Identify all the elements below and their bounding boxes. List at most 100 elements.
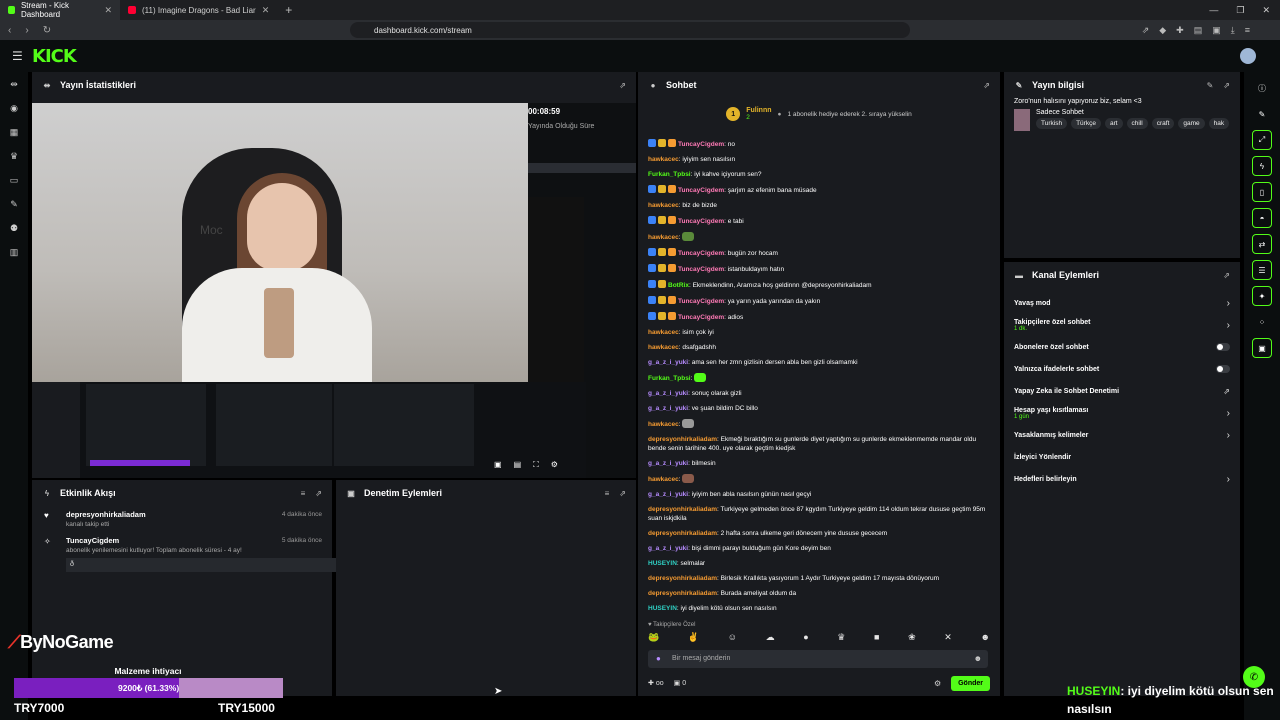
fullscreen-icon[interactable]: ⛶ xyxy=(533,460,539,470)
settings-gear-icon[interactable]: ⚙ xyxy=(551,460,558,470)
chat-username[interactable]: Furkan_Tpbsi xyxy=(648,171,691,178)
list-icon[interactable]: ☰ xyxy=(1252,260,1272,280)
puzzle-icon[interactable]: ✚ xyxy=(1176,25,1184,36)
chat-username[interactable]: TuncayCigdem xyxy=(678,187,724,194)
tag-chip[interactable]: craft xyxy=(1151,118,1175,129)
channel-action-row[interactable]: İzleyici Yönlendir xyxy=(1004,446,1240,468)
emote-icon[interactable]: ● xyxy=(803,632,808,643)
emoji-picker-icon[interactable]: ☻ xyxy=(974,654,982,663)
chat-username[interactable]: depresyonhirkaliadam xyxy=(648,590,717,597)
help-fab-icon[interactable]: ✆ xyxy=(1243,666,1265,688)
chat-username[interactable]: g_a_z_i_yuki xyxy=(648,545,688,552)
chat-bubble-icon[interactable]: ◓ xyxy=(1252,208,1272,228)
channel-action-row[interactable]: Yapay Zeka ile Sohbet Denetimi ⇗ xyxy=(1004,380,1240,402)
chat-username[interactable]: hawkacec xyxy=(648,421,679,428)
user-avatar[interactable] xyxy=(1240,48,1256,64)
sidebar-icon[interactable]: ▤ xyxy=(1194,25,1203,36)
mobile-icon[interactable]: ▯ xyxy=(1252,182,1272,202)
tool-icon[interactable]: ✦ xyxy=(1252,286,1272,306)
calendar-icon[interactable]: ▦ xyxy=(0,120,28,144)
emote-icon[interactable]: ☁ xyxy=(766,632,775,643)
back-icon[interactable]: ‹ xyxy=(8,25,11,36)
new-tab-icon[interactable]: + xyxy=(277,3,300,17)
minimize-icon[interactable]: — xyxy=(1209,5,1218,16)
forward-icon[interactable]: › xyxy=(25,25,28,36)
channel-action-row[interactable]: Yalnızca ifadelerle sohbet xyxy=(1004,358,1240,380)
monitor-icon[interactable]: ▭ xyxy=(0,168,28,192)
trophy-icon[interactable]: ♛ xyxy=(0,144,28,168)
sub-gift-leaderboard[interactable]: 1 Fulinnn 2 ● 1 abonelik hediye ederek 2… xyxy=(638,97,1000,131)
broadcast-icon[interactable]: ◉ xyxy=(0,96,28,120)
toggle-switch[interactable] xyxy=(1216,343,1230,351)
chat-username[interactable]: TuncayCigdem xyxy=(678,266,724,273)
info-icon[interactable]: ⓘ xyxy=(1252,78,1272,98)
tag-chip[interactable]: Türkçe xyxy=(1071,118,1101,129)
emote-icon[interactable]: ✌ xyxy=(688,632,699,643)
chat-username[interactable]: TuncayCigdem xyxy=(678,250,724,257)
popout-icon[interactable]: ⇗ xyxy=(1223,271,1230,280)
microphone-icon[interactable]: ● xyxy=(656,654,661,663)
filter-icon[interactable]: ≡ xyxy=(605,489,610,498)
cast-icon[interactable]: ▣ xyxy=(494,460,502,470)
tag-chip[interactable]: chill xyxy=(1126,118,1148,129)
chat-username[interactable]: g_a_z_i_yuki xyxy=(648,405,688,412)
reload-icon[interactable]: ↻ xyxy=(43,25,51,36)
share-icon[interactable]: ⇗ xyxy=(1142,25,1150,36)
channel-action-row[interactable]: Yasaklanmış kelimeler › xyxy=(1004,424,1240,446)
browser-tab-kick[interactable]: Stream - Kick Dashboard ✕ xyxy=(0,0,120,20)
chat-message-input[interactable]: ● Bir mesaj gönderin ☻ xyxy=(648,650,988,668)
send-button[interactable]: Gönder xyxy=(951,675,990,691)
chat-username[interactable]: hawkacec xyxy=(648,344,679,351)
chat-username[interactable]: depresyonhirkaliadam xyxy=(648,530,717,537)
chat-username[interactable]: TuncayCigdem xyxy=(678,314,724,321)
chart-icon[interactable]: ▥ xyxy=(0,240,28,264)
popout-icon[interactable]: ⇗ xyxy=(1223,81,1230,90)
close-tab-icon[interactable]: ✕ xyxy=(262,5,270,16)
chat-settings-icon[interactable]: ⚙ xyxy=(934,679,941,688)
lightning-icon[interactable]: ϟ xyxy=(1252,156,1272,176)
chat-username[interactable]: hawkacec xyxy=(648,202,679,209)
collapse-icon[interactable]: ⇹ xyxy=(0,72,28,96)
dots-icon[interactable]: ⁘ xyxy=(1252,312,1272,332)
bookmark-icon[interactable]: ▣ xyxy=(1212,25,1221,36)
expand-icon[interactable]: ⤢ xyxy=(1252,130,1272,150)
emote-icon[interactable]: ♛ xyxy=(837,632,845,643)
chat-username[interactable]: depresyonhirkaliadam xyxy=(648,575,717,582)
chat-username[interactable]: hawkacec xyxy=(648,329,679,336)
chat-username[interactable]: HUSEYIN xyxy=(648,560,677,567)
chat-bottom-link[interactable]: ✚ oo xyxy=(648,679,664,687)
maximize-icon[interactable]: ❐ xyxy=(1236,5,1244,16)
chat-username[interactable]: hawkacec xyxy=(648,234,679,241)
channel-action-row[interactable]: Hesap yaşı kısıtlaması 1 gün › xyxy=(1004,402,1240,424)
chat-username[interactable]: BotRix xyxy=(668,282,689,289)
users-icon[interactable]: ⚉ xyxy=(0,216,28,240)
chat-username[interactable]: TuncayCigdem xyxy=(678,141,724,148)
chat-username[interactable]: Furkan_Tpbsi xyxy=(648,375,691,382)
chat-username[interactable]: TuncayCigdem xyxy=(678,218,724,225)
popout-icon[interactable]: ⇗ xyxy=(315,489,322,498)
emote-icon[interactable]: 🐸 xyxy=(648,632,659,643)
chat-username[interactable]: hawkacec xyxy=(648,476,679,483)
chat-username[interactable]: TuncayCigdem xyxy=(678,298,724,305)
kick-logo[interactable]: KICK xyxy=(32,46,77,67)
chat-message-list[interactable]: TuncayCigdem: no hawkacec: iyiyim sen nas… xyxy=(638,136,996,616)
tag-chip[interactable]: Turkish xyxy=(1036,118,1068,129)
download-icon[interactable]: ⤓ xyxy=(1231,25,1235,36)
popout-icon[interactable]: ⇗ xyxy=(619,81,626,90)
tag-chip[interactable]: game xyxy=(1178,118,1205,129)
emote-icon[interactable]: ☻ xyxy=(980,632,989,643)
emote-icon[interactable]: ■ xyxy=(874,632,879,643)
extension-icon[interactable]: ◆ xyxy=(1159,25,1166,36)
emote-icon[interactable]: ✕ xyxy=(944,632,952,643)
chat-username[interactable]: hawkacec xyxy=(648,156,679,163)
edit-icon[interactable]: ✎ xyxy=(1207,81,1214,90)
emote-icon[interactable]: ❀ xyxy=(908,632,916,643)
chat-username[interactable]: g_a_z_i_yuki xyxy=(648,359,688,366)
chat-username[interactable]: depresyonhirkaliadam xyxy=(648,436,717,443)
browser-tab-youtube[interactable]: (11) Imagine Dragons - Bad Liar ✕ xyxy=(120,0,277,20)
tag-chip[interactable]: art xyxy=(1104,118,1123,129)
wrench-icon[interactable]: ✎ xyxy=(0,192,28,216)
toggle-switch[interactable] xyxy=(1216,365,1230,373)
hamburger-menu-icon[interactable]: ☰ xyxy=(12,49,23,63)
url-field[interactable]: dashboard.kick.com/stream xyxy=(350,22,910,38)
